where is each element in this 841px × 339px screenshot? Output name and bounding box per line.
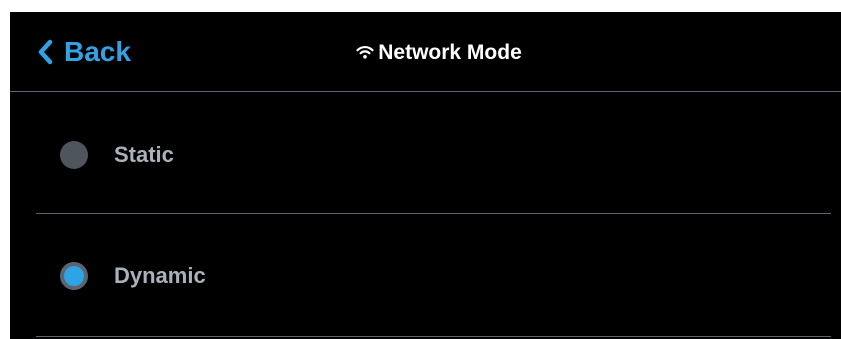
- option-static-label: Static: [114, 142, 174, 167]
- radio-dynamic-selected[interactable]: [60, 262, 88, 290]
- header-bar: Back Network Mode: [10, 12, 841, 92]
- page-title: Network Mode: [378, 40, 522, 64]
- page-title-container: Network Mode: [10, 39, 841, 65]
- wifi-icon: [355, 44, 375, 60]
- option-static[interactable]: Static: [36, 112, 831, 214]
- network-mode-screen: Back Network Mode Static Dynamic: [10, 12, 841, 339]
- radio-static-unselected[interactable]: [60, 141, 88, 169]
- option-dynamic[interactable]: Dynamic: [36, 232, 831, 337]
- option-dynamic-label: Dynamic: [114, 263, 206, 288]
